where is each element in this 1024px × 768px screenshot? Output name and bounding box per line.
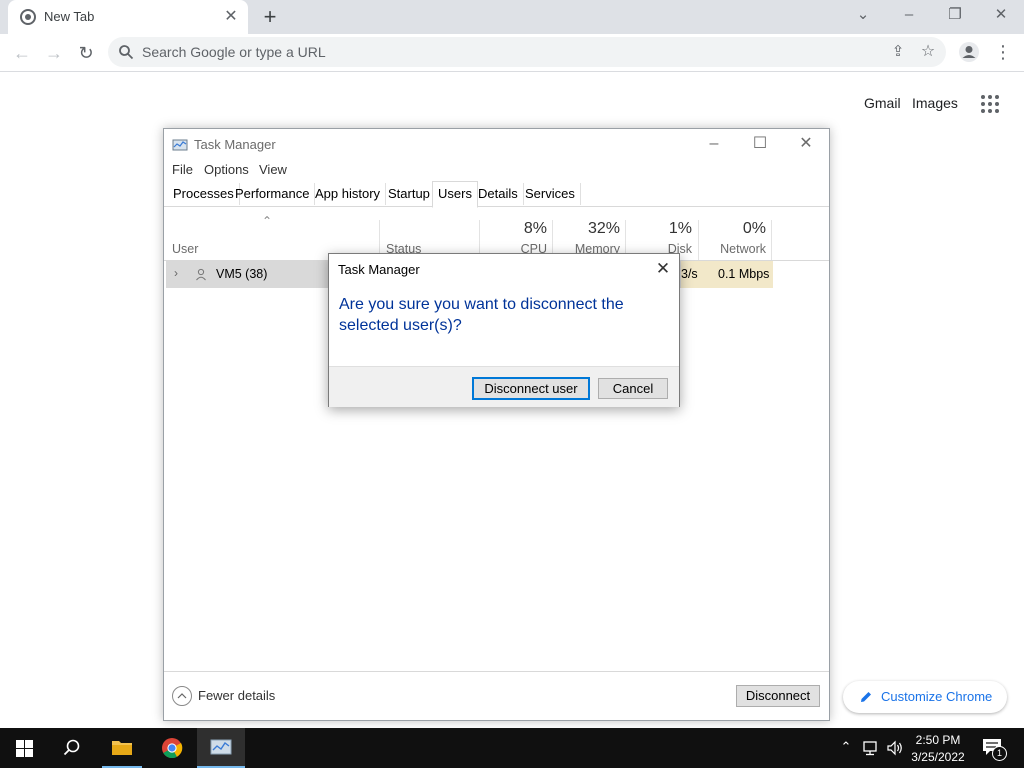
memory-percent[interactable]: 32% [553,220,620,238]
tab-title: New Tab [44,9,95,24]
address-bar[interactable]: Search Google or type a URL ⇪ ☆ [108,37,946,67]
sort-up-icon: ⌃ [262,214,273,228]
tab-users[interactable]: Users [432,181,478,208]
chrome-taskbar-button[interactable] [148,728,196,768]
chevron-up-circle-icon[interactable] [172,686,192,706]
windows-start-icon[interactable] [16,740,33,757]
tab-details[interactable]: Details [473,183,524,205]
chrome-icon [162,738,183,759]
tab-processes[interactable]: Processes [168,183,240,205]
tab-app-history[interactable]: App history [310,183,387,205]
share-icon[interactable]: ⇪ [888,42,908,62]
bookmark-star-icon[interactable]: ☆ [918,42,938,62]
tm-minimize-button[interactable]: – [691,129,737,159]
task-manager-taskbar-button[interactable] [197,728,245,768]
google-apps-icon[interactable] [980,94,1000,114]
row-metrics: 3/s 0.1 Mbps [681,261,773,288]
clock-time[interactable]: 2:50 PM [912,733,964,747]
task-manager-icon [210,739,232,755]
menu-file[interactable]: File [172,162,193,177]
confirm-dialog: Task Manager ✕ Are you sure you want to … [328,253,680,407]
taskbar: ⌃ 2:50 PM 3/25/2022 1 [0,728,1024,768]
task-manager-icon [172,139,188,151]
tab-startup[interactable]: Startup [383,183,436,205]
col-network[interactable]: Network [699,242,766,256]
expand-chevron-icon[interactable]: › [174,266,178,280]
forward-icon[interactable]: → [43,42,65,64]
restore-button[interactable]: ❐ [932,0,978,30]
window-title: Task Manager [194,137,276,152]
customize-chrome-label: Customize Chrome [881,689,993,704]
row-network-value: 0.1 Mbps [718,267,770,281]
browser-toolbar: ← → ↻ Search Google or type a URL ⇪ ☆ ⋮ [0,34,1024,72]
images-link[interactable]: Images [912,95,958,111]
volume-icon[interactable] [886,740,904,756]
file-explorer-taskbar-button[interactable] [98,728,146,768]
menu-options[interactable]: Options [204,162,249,177]
task-manager-window: Task Manager – ☐ ✕ File Options View Pro… [163,128,830,721]
close-window-button[interactable]: ✕ [978,0,1024,30]
disconnect-button[interactable]: Disconnect [736,685,820,707]
clock-date[interactable]: 3/25/2022 [906,750,970,764]
network-percent[interactable]: 0% [699,220,766,238]
address-placeholder: Search Google or type a URL [142,44,326,60]
disconnect-user-button[interactable]: Disconnect user [472,377,590,400]
minimize-button[interactable]: – [886,0,932,30]
chrome-menu-icon[interactable]: ⋮ [994,41,1012,63]
notification-center-icon[interactable]: 1 [982,738,1007,761]
profile-avatar-icon[interactable] [958,41,980,63]
disk-percent[interactable]: 1% [626,220,692,238]
chrome-favicon-icon [20,9,36,25]
user-icon [196,268,206,281]
dialog-close-icon[interactable]: ✕ [651,258,675,280]
tab-search-icon[interactable]: ⌄ [840,0,886,30]
dialog-message: Are you sure you want to disconnect the … [339,296,624,334]
folder-icon [112,741,132,755]
row-disk-value: 3/s [681,267,698,281]
menu-view[interactable]: View [259,162,287,177]
search-icon[interactable] [63,739,81,757]
gmail-link[interactable]: Gmail [864,95,901,111]
tm-tab-bar: Processes Performance App history Startu… [164,181,829,208]
customize-chrome-button[interactable]: Customize Chrome [843,681,1007,713]
tab-performance[interactable]: Performance [230,183,316,205]
row-user-name: VM5 (38) [216,267,268,281]
tm-maximize-button[interactable]: ☐ [737,129,783,159]
reload-icon[interactable]: ↻ [75,42,97,64]
network-icon[interactable] [862,740,880,756]
dialog-button-bar: Disconnect user Cancel [329,366,679,407]
cancel-button[interactable]: Cancel [598,378,668,399]
search-icon [119,45,134,60]
tab-close-icon[interactable]: ✕ [222,8,240,26]
back-icon[interactable]: ← [11,42,33,64]
tab-services[interactable]: Services [520,183,581,205]
col-user[interactable]: User [172,242,198,256]
notification-count-badge: 1 [992,746,1007,761]
cpu-percent[interactable]: 8% [480,220,547,238]
dialog-title: Task Manager [338,262,420,277]
tm-footer: Fewer details Disconnect [164,671,829,720]
tab-strip: New Tab ✕ + ⌄ – ❐ ✕ [0,0,1024,34]
fewer-details-link[interactable]: Fewer details [198,688,275,703]
pencil-icon [861,692,871,702]
tm-close-button[interactable]: ✕ [783,129,829,159]
new-tab-button[interactable]: + [258,5,282,29]
col-divider [771,220,772,260]
browser-tab[interactable]: New Tab ✕ [8,0,248,34]
chevron-up-icon[interactable]: ⌃ [838,739,854,755]
